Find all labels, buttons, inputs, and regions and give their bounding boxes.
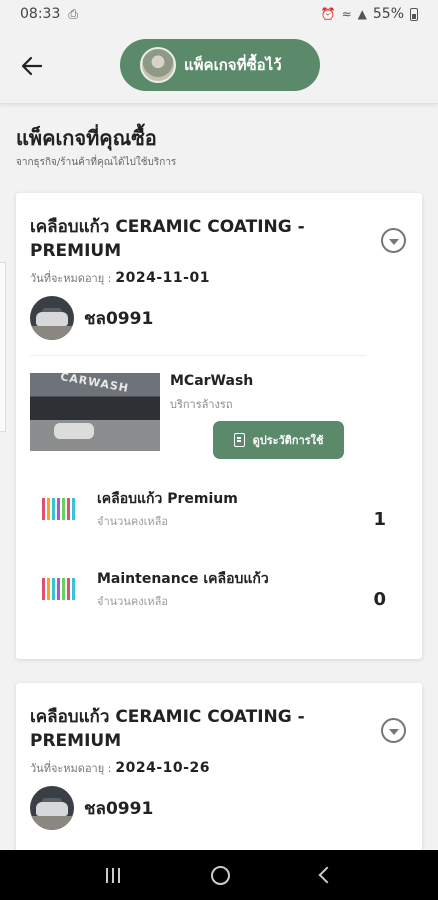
license-plate: ชล0991 [84, 798, 154, 819]
shop-type: บริการล้างรถ [170, 398, 233, 411]
document-icon [233, 433, 245, 447]
expire-label: วันที่จะหมดอายุ : [30, 762, 112, 775]
back-nav-icon[interactable] [318, 866, 335, 884]
app-header: แพ็คเกจที่ซื้อไว้ [0, 28, 438, 104]
battery-icon [410, 7, 418, 21]
status-bar: 08:33 ⎙ ⏰ ≈ ▲ 55% [0, 0, 438, 28]
car-avatar [30, 296, 74, 340]
avatar [140, 47, 176, 83]
header-title-pill: แพ็คเกจที่ซื้อไว้ [120, 39, 320, 91]
car-row: ชล0991 [30, 786, 153, 830]
printer-icon: ⎙ [68, 6, 78, 21]
shop-sign: CARWASH [59, 373, 130, 395]
shop-name: MCarWash [170, 373, 254, 389]
service-name: เคลือบแก้ว Premium [97, 491, 238, 507]
wifi-icon: ≈ [341, 7, 352, 21]
service-remaining-label: จำนวนคงเหลือ [97, 515, 168, 528]
usage-history-button[interactable]: ดูประวัติการใช้ [213, 421, 344, 459]
service-logo-icon [42, 498, 80, 520]
car-avatar [30, 786, 74, 830]
expand-chevron-icon[interactable] [381, 718, 406, 743]
car-row: ชล0991 [30, 296, 153, 340]
signal-icon: ▲ [357, 7, 367, 21]
recent-apps-icon[interactable] [105, 867, 120, 883]
service-remaining-count: 0 [373, 589, 386, 610]
service-remaining-label: จำนวนคงเหลือ [97, 595, 168, 608]
page-subtitle: จากธุรกิจ/ร้านค้าที่คุณได้ไปใช้บริการ [16, 157, 177, 168]
package-title: เคลือบแก้ว CERAMIC COATING - PREMIUM [30, 707, 305, 751]
system-nav-bar [0, 850, 438, 900]
service-name: Maintenance เคลือบแก้ว [97, 571, 269, 587]
expand-chevron-icon[interactable] [381, 228, 406, 253]
side-handle [0, 262, 6, 432]
expire-date: 2024-10-26 [115, 760, 210, 776]
expire-date: 2024-11-01 [115, 270, 210, 286]
header-title: แพ็คเกจที่ซื้อไว้ [184, 56, 282, 74]
expire-row: วันที่จะหมดอายุ : 2024-11-01 [30, 269, 210, 287]
shop-image: CARWASH [30, 373, 160, 451]
package-title: เคลือบแก้ว CERAMIC COATING - PREMIUM [30, 217, 305, 261]
package-card[interactable]: เคลือบแก้ว CERAMIC COATING - PREMIUM วัน… [16, 193, 422, 659]
status-time: 08:33 [20, 6, 61, 22]
expire-row: วันที่จะหมดอายุ : 2024-10-26 [30, 759, 210, 777]
license-plate: ชล0991 [84, 308, 154, 329]
service-logo-icon [42, 578, 80, 600]
usage-history-label: ดูประวัติการใช้ [252, 434, 324, 447]
page-title: แพ็คเกจที่คุณซื้อ [16, 126, 157, 150]
arrow-left-icon [21, 56, 43, 76]
divider [30, 355, 366, 356]
service-remaining-count: 1 [373, 509, 386, 530]
service-item: Maintenance เคลือบแก้ว จำนวนคงเหลือ 0 [30, 563, 386, 623]
alarm-icon: ⏰ [320, 7, 336, 21]
back-button[interactable] [18, 52, 46, 80]
home-icon[interactable] [210, 865, 230, 885]
service-item: เคลือบแก้ว Premium จำนวนคงเหลือ 1 [30, 483, 386, 543]
expire-label: วันที่จะหมดอายุ : [30, 272, 112, 285]
battery-percent: 55% [372, 6, 404, 22]
